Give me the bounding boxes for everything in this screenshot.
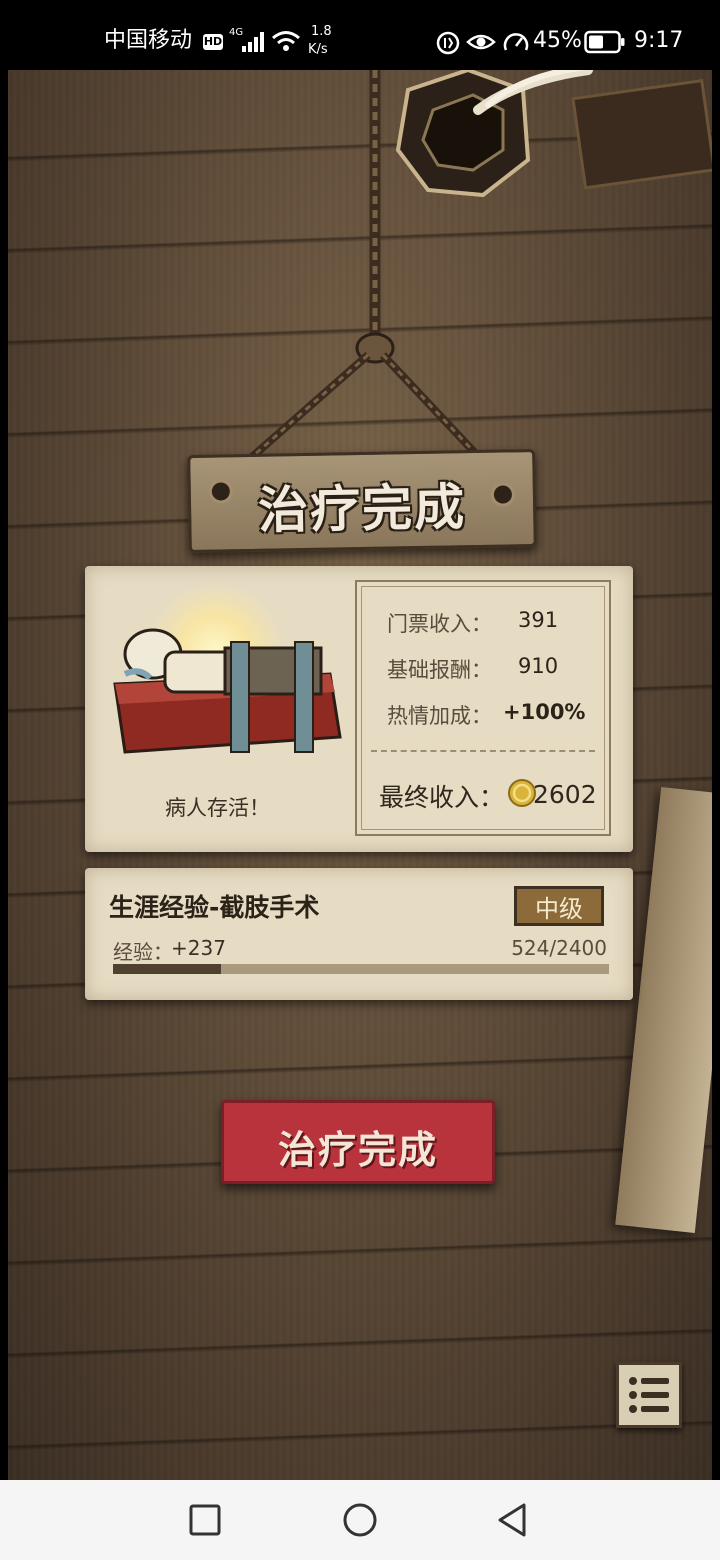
back-icon[interactable] bbox=[496, 1502, 528, 1538]
experience-panel: 生涯经验-截肢手术 中级 经验： +237 524/2400 bbox=[85, 868, 633, 1000]
income-row-value: 391 bbox=[518, 608, 559, 632]
income-row-label: 门票收入： bbox=[387, 612, 492, 636]
wifi-icon bbox=[272, 31, 300, 51]
exp-progress-bar bbox=[113, 964, 609, 974]
complete-treatment-button[interactable]: 治疗完成 bbox=[221, 1100, 495, 1184]
income-stats-box: 门票收入： 391 基础报酬： 910 热情加成： +100% 最终收入： 26… bbox=[355, 580, 611, 836]
speedometer-icon bbox=[503, 33, 529, 51]
menu-button[interactable] bbox=[616, 1362, 682, 1428]
exp-progress-fill bbox=[113, 964, 222, 974]
patient-on-bed-icon bbox=[113, 628, 342, 754]
navigation-bar bbox=[0, 1480, 720, 1560]
carrier-name: 中国移动 bbox=[104, 28, 193, 53]
exp-label: 经验： bbox=[113, 940, 173, 964]
status-bar: 中国移动 HD 4G 1.8 K/s 45% 9:17 bbox=[0, 0, 720, 70]
recents-icon[interactable] bbox=[189, 1504, 221, 1536]
clock: 9:17 bbox=[634, 28, 684, 53]
final-income-label: 最终收入： bbox=[379, 783, 505, 812]
header-sign: 治疗完成 bbox=[187, 448, 537, 554]
list-icon bbox=[629, 1377, 669, 1413]
complete-treatment-label: 治疗完成 bbox=[277, 1128, 438, 1172]
income-row: 热情加成： +100% bbox=[387, 700, 597, 730]
income-row-value: 910 bbox=[518, 654, 559, 678]
income-row-label: 基础报酬： bbox=[387, 658, 492, 682]
exp-gain: +237 bbox=[171, 936, 226, 960]
stats-divider bbox=[371, 750, 595, 752]
net-speed-value: 1.8 bbox=[311, 24, 332, 39]
patient-status: 病人存活！ bbox=[165, 796, 270, 820]
game-scene: 治疗完成 病人存活！ 门票收入： 391 基础报酬： 910 热情加成： +10… bbox=[8, 70, 712, 1480]
header-title: 治疗完成 bbox=[257, 478, 467, 540]
home-icon[interactable] bbox=[342, 1502, 378, 1538]
result-panel: 病人存活！ 门票收入： 391 基础报酬： 910 热情加成： +100% 最终… bbox=[85, 566, 633, 852]
battery-percent: 45% bbox=[533, 28, 582, 53]
income-row-label: 热情加成： bbox=[387, 704, 492, 728]
signal-icon bbox=[242, 32, 264, 52]
experience-title: 生涯经验-截肢手术 bbox=[109, 893, 320, 922]
income-row: 基础报酬： 910 bbox=[387, 654, 597, 684]
patient-illustration bbox=[95, 582, 351, 772]
eye-icon bbox=[466, 34, 496, 50]
final-income-value: 2602 bbox=[533, 780, 597, 809]
level-badge: 中级 bbox=[514, 886, 604, 926]
exp-progress-text: 524/2400 bbox=[511, 936, 607, 960]
income-row-value: +100% bbox=[503, 700, 586, 724]
data-saver-icon bbox=[436, 31, 460, 55]
net-speed-unit: K/s bbox=[308, 42, 328, 57]
hd-badge: HD bbox=[203, 34, 223, 50]
battery-icon bbox=[584, 30, 625, 54]
income-row: 门票收入： 391 bbox=[387, 608, 597, 638]
scroll-decoration bbox=[615, 787, 712, 1233]
